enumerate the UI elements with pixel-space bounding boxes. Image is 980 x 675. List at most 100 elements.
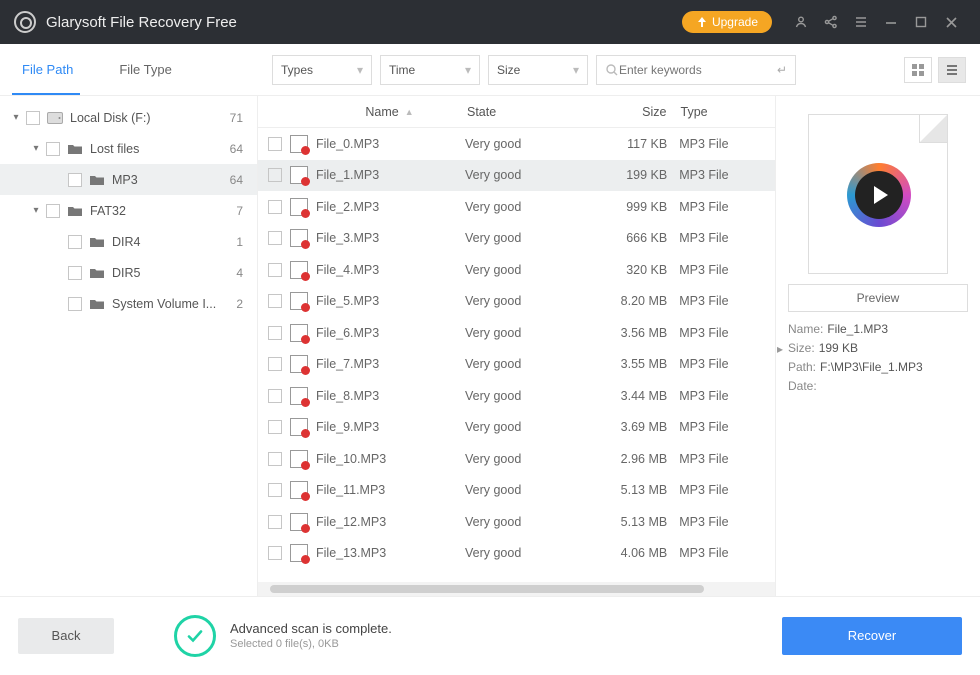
file-row[interactable]: File_5.MP3Very good8.20 MBMP3 File — [258, 286, 775, 318]
folder-icon — [89, 267, 105, 279]
view-grid-button[interactable] — [904, 57, 932, 83]
column-header-name[interactable]: Name▲ — [316, 105, 463, 119]
file-row[interactable]: File_2.MP3Very good999 KBMP3 File — [258, 191, 775, 223]
file-checkbox[interactable] — [268, 294, 282, 308]
tree-item[interactable]: ▾Lost files64 — [0, 133, 257, 164]
tree-item[interactable]: System Volume I...2 — [0, 288, 257, 319]
file-type: MP3 File — [679, 326, 775, 340]
file-checkbox[interactable] — [268, 137, 282, 151]
file-state: Very good — [465, 389, 571, 403]
file-name: File_12.MP3 — [316, 515, 465, 529]
folder-icon — [89, 174, 105, 186]
file-state: Very good — [465, 326, 571, 340]
tree-item[interactable]: MP364 — [0, 164, 257, 195]
file-type: MP3 File — [679, 168, 775, 182]
file-row[interactable]: File_8.MP3Very good3.44 MBMP3 File — [258, 380, 775, 412]
preview-button[interactable]: Preview — [788, 284, 968, 312]
file-size: 3.56 MB — [571, 326, 679, 340]
sort-asc-icon: ▲ — [405, 107, 414, 117]
tree-checkbox[interactable] — [46, 204, 60, 218]
tree-checkbox[interactable] — [68, 297, 82, 311]
tree-item[interactable]: DIR54 — [0, 257, 257, 288]
file-row[interactable]: File_4.MP3Very good320 KBMP3 File — [258, 254, 775, 286]
menu-icon[interactable] — [846, 7, 876, 37]
file-checkbox[interactable] — [268, 326, 282, 340]
tree-item[interactable]: DIR41 — [0, 226, 257, 257]
tree-item[interactable]: ▾FAT327 — [0, 195, 257, 226]
back-button[interactable]: Back — [18, 618, 114, 654]
tree-item-label: FAT32 — [90, 204, 236, 218]
expand-icon[interactable]: ▾ — [28, 143, 44, 154]
file-name: File_4.MP3 — [316, 263, 465, 277]
file-type-icon — [290, 450, 308, 468]
file-checkbox[interactable] — [268, 200, 282, 214]
filter-size-label: Size — [497, 63, 520, 77]
folder-icon — [67, 143, 83, 155]
folder-icon — [67, 205, 83, 217]
file-list[interactable]: File_0.MP3Very good117 KBMP3 FileFile_1.… — [258, 128, 775, 582]
file-checkbox[interactable] — [268, 452, 282, 466]
file-row[interactable]: File_3.MP3Very good666 KBMP3 File — [258, 223, 775, 255]
file-name: File_10.MP3 — [316, 452, 465, 466]
file-row[interactable]: File_11.MP3Very good5.13 MBMP3 File — [258, 475, 775, 507]
file-checkbox[interactable] — [268, 420, 282, 434]
enter-icon[interactable]: ↵ — [777, 63, 787, 77]
tab-file-path[interactable]: File Path — [0, 44, 97, 95]
close-icon[interactable] — [936, 7, 966, 37]
file-checkbox[interactable] — [268, 546, 282, 560]
file-row[interactable]: File_10.MP3Very good2.96 MBMP3 File — [258, 443, 775, 475]
tree-checkbox[interactable] — [26, 111, 40, 125]
file-name: File_11.MP3 — [316, 483, 465, 497]
column-header-type[interactable]: Type — [679, 105, 776, 119]
maximize-icon[interactable] — [906, 7, 936, 37]
filter-time-dropdown[interactable]: Time▾ — [380, 55, 480, 85]
file-row[interactable]: File_1.MP3Very good199 KBMP3 File — [258, 160, 775, 192]
file-type: MP3 File — [679, 231, 775, 245]
tree-item-label: DIR4 — [112, 235, 236, 249]
file-type: MP3 File — [679, 200, 775, 214]
tree-checkbox[interactable] — [68, 173, 82, 187]
view-list-button[interactable] — [938, 57, 966, 83]
tab-file-type[interactable]: File Type — [97, 44, 196, 95]
file-state: Very good — [465, 200, 571, 214]
account-icon[interactable] — [786, 7, 816, 37]
tree-item[interactable]: ▾Local Disk (F:)71 — [0, 102, 257, 133]
collapse-preview-icon[interactable]: ▸ — [775, 338, 785, 360]
column-header-state[interactable]: State — [463, 105, 572, 119]
file-row[interactable]: File_7.MP3Very good3.55 MBMP3 File — [258, 349, 775, 381]
filter-types-dropdown[interactable]: Types▾ — [272, 55, 372, 85]
file-checkbox[interactable] — [268, 231, 282, 245]
file-row[interactable]: File_0.MP3Very good117 KBMP3 File — [258, 128, 775, 160]
titlebar: Glarysoft File Recovery Free Upgrade — [0, 0, 980, 44]
file-type: MP3 File — [679, 263, 775, 277]
tree-item-count: 4 — [236, 266, 243, 280]
file-checkbox[interactable] — [268, 263, 282, 277]
share-icon[interactable] — [816, 7, 846, 37]
expand-icon[interactable]: ▾ — [28, 205, 44, 216]
file-state: Very good — [465, 231, 571, 245]
file-checkbox[interactable] — [268, 389, 282, 403]
file-size: 666 KB — [571, 231, 679, 245]
file-checkbox[interactable] — [268, 483, 282, 497]
minimize-icon[interactable] — [876, 7, 906, 37]
tree-checkbox[interactable] — [68, 266, 82, 280]
search-input[interactable] — [619, 63, 777, 77]
file-checkbox[interactable] — [268, 357, 282, 371]
file-row[interactable]: File_9.MP3Very good3.69 MBMP3 File — [258, 412, 775, 444]
folder-icon — [89, 298, 105, 310]
file-row[interactable]: File_6.MP3Very good3.56 MBMP3 File — [258, 317, 775, 349]
file-checkbox[interactable] — [268, 168, 282, 182]
recover-button[interactable]: Recover — [782, 617, 962, 655]
tree-checkbox[interactable] — [46, 142, 60, 156]
column-header-size[interactable]: Size — [572, 105, 679, 119]
upgrade-button[interactable]: Upgrade — [682, 11, 772, 33]
file-row[interactable]: File_12.MP3Very good5.13 MBMP3 File — [258, 506, 775, 538]
expand-icon[interactable]: ▾ — [8, 112, 24, 123]
file-checkbox[interactable] — [268, 515, 282, 529]
file-type: MP3 File — [679, 452, 775, 466]
horizontal-scrollbar[interactable] — [258, 582, 775, 596]
file-row[interactable]: File_13.MP3Very good4.06 MBMP3 File — [258, 538, 775, 570]
filter-size-dropdown[interactable]: Size▾ — [488, 55, 588, 85]
tree-checkbox[interactable] — [68, 235, 82, 249]
file-type: MP3 File — [679, 357, 775, 371]
